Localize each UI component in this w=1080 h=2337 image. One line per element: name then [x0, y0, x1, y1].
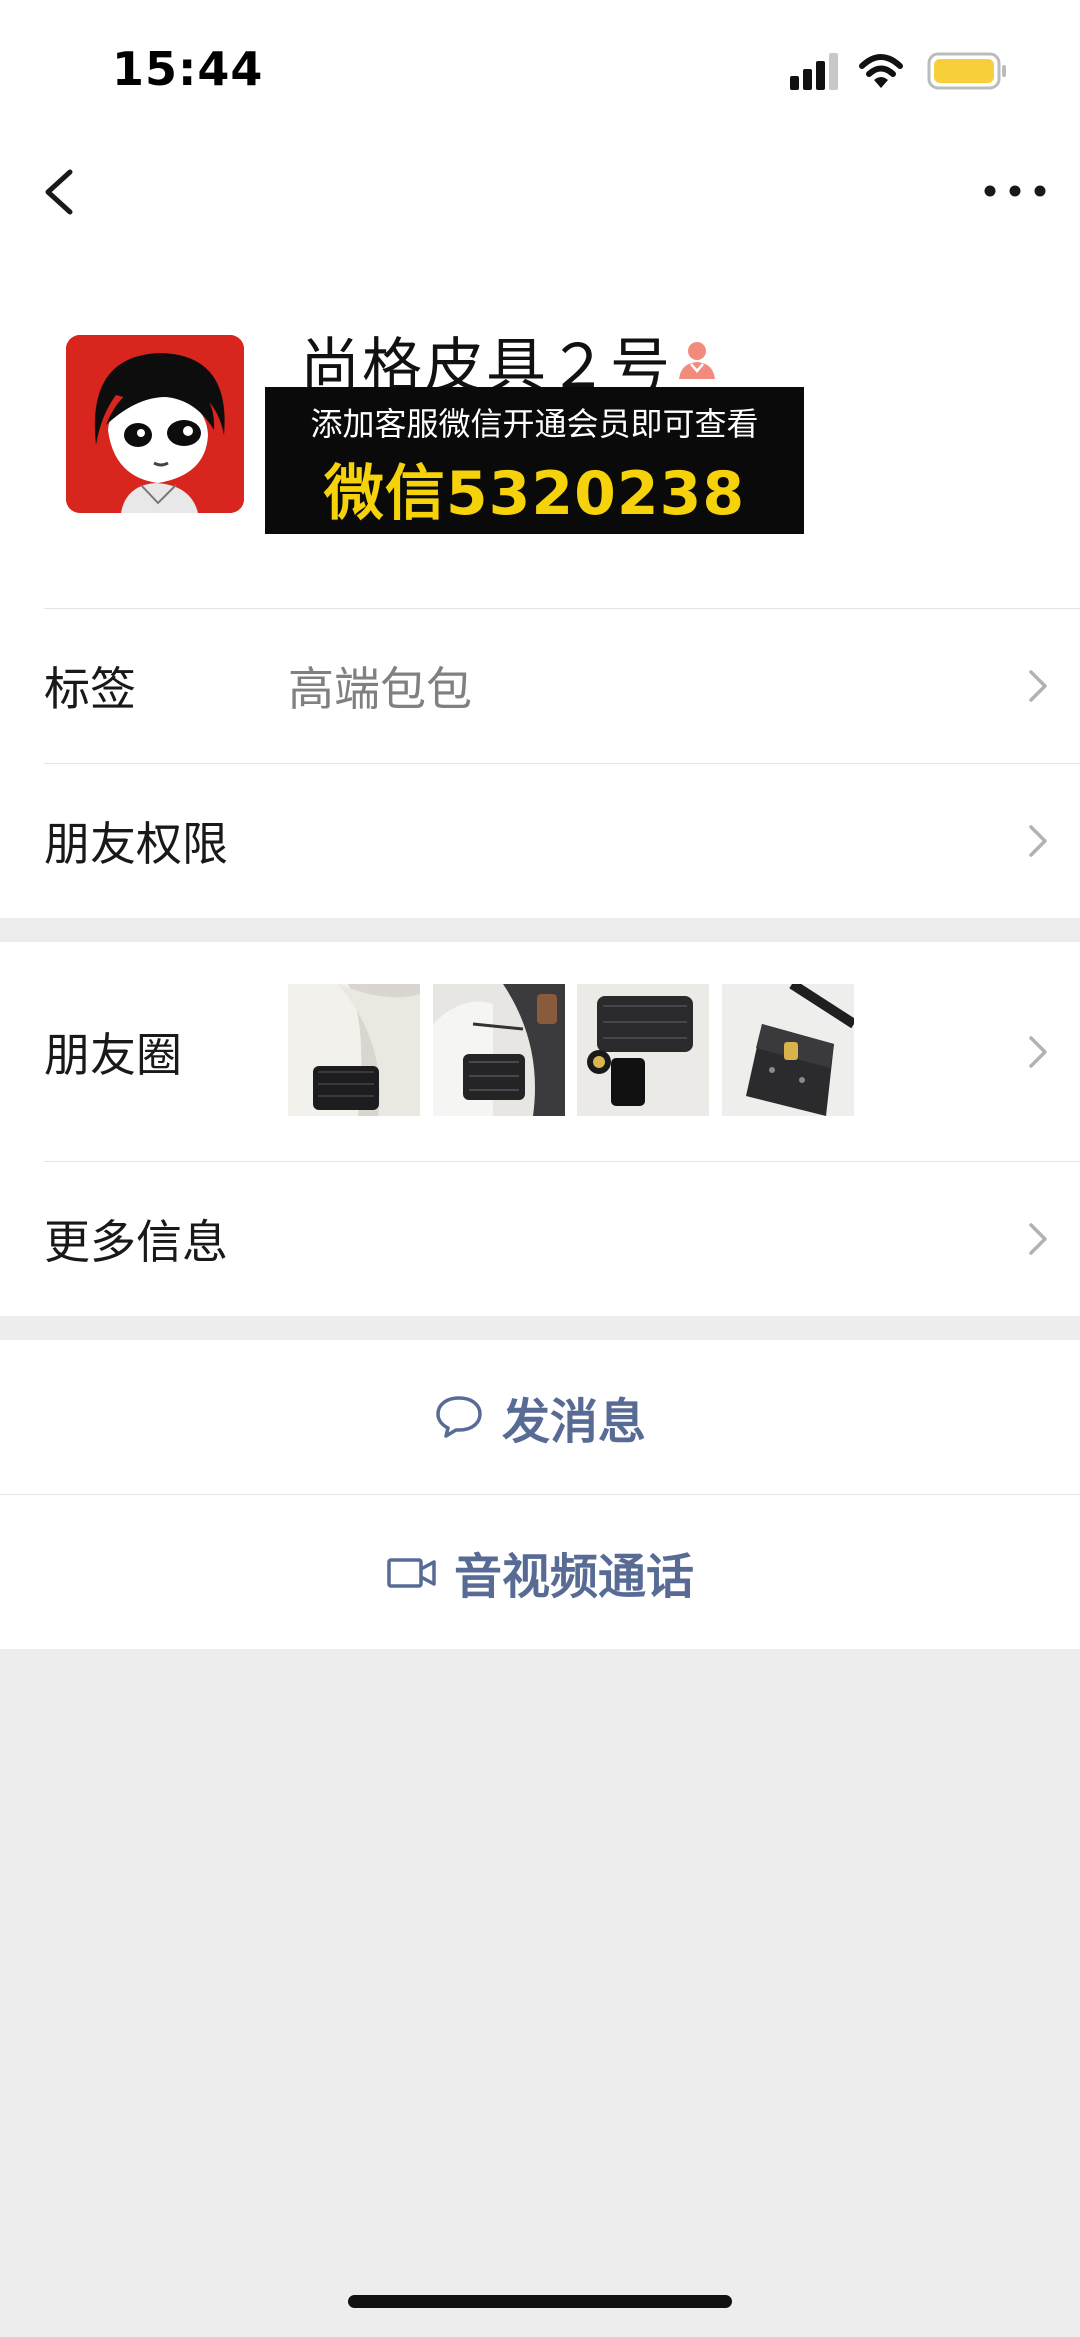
ellipsis-icon	[984, 185, 1046, 197]
status-bar: 15:44	[0, 0, 1080, 140]
actions-group: 发消息 音视频通话	[0, 1340, 1080, 1649]
chevron-left-icon	[45, 169, 73, 215]
moments-thumbnail	[288, 984, 420, 1116]
cellular-signal-icon	[790, 53, 838, 90]
nav-bar	[0, 140, 1080, 250]
back-button[interactable]	[36, 162, 86, 222]
more-info-label: 更多信息	[44, 1215, 228, 1269]
profile-header: 尚格皮具２号 添加客服微信开通会员即可查看 微信5320238	[0, 250, 1080, 608]
status-icons	[790, 52, 1006, 90]
chevron-right-icon	[1029, 1035, 1047, 1068]
home-indicator[interactable]	[348, 2295, 732, 2308]
permissions-row[interactable]: 朋友权限	[0, 764, 1080, 918]
chat-bubble-icon	[436, 1396, 482, 1438]
promo-line1: 添加客服微信开通会员即可查看	[310, 405, 759, 443]
wifi-icon	[859, 54, 903, 88]
chevron-right-icon	[1029, 825, 1047, 857]
moments-thumbnail	[433, 984, 565, 1116]
promo-banner: 添加客服微信开通会员即可查看 微信5320238	[265, 387, 804, 534]
promo-line2: 微信5320238	[323, 459, 746, 529]
more-info-row[interactable]: 更多信息	[0, 1162, 1080, 1316]
video-call-label: 音视频通话	[453, 1549, 695, 1605]
avatar[interactable]	[66, 335, 244, 513]
chevron-right-icon	[1029, 1223, 1047, 1255]
status-time: 15:44	[112, 42, 264, 96]
send-message-label: 发消息	[501, 1394, 647, 1450]
moments-label: 朋友圈	[44, 1027, 182, 1082]
send-message-button[interactable]: 发消息	[0, 1340, 1080, 1494]
battery-icon	[927, 52, 1006, 90]
tag-label: 标签	[44, 662, 136, 716]
tag-value: 高端包包	[288, 662, 472, 716]
moments-group: 朋友圈 更多信息	[0, 942, 1080, 1316]
info-group: 标签 高端包包 朋友权限	[0, 608, 1080, 918]
video-call-button[interactable]: 音视频通话	[0, 1495, 1080, 1649]
more-button[interactable]	[980, 166, 1050, 216]
chevron-right-icon	[1029, 670, 1047, 702]
moments-thumbnail	[722, 984, 854, 1116]
female-person-icon	[679, 342, 715, 379]
video-camera-icon	[387, 1558, 436, 1588]
moments-row[interactable]: 朋友圈	[0, 942, 1080, 1161]
permissions-label: 朋友权限	[44, 817, 228, 871]
avatar-image	[66, 335, 244, 513]
moments-thumbnail	[577, 984, 709, 1116]
tag-row[interactable]: 标签 高端包包	[0, 609, 1080, 763]
